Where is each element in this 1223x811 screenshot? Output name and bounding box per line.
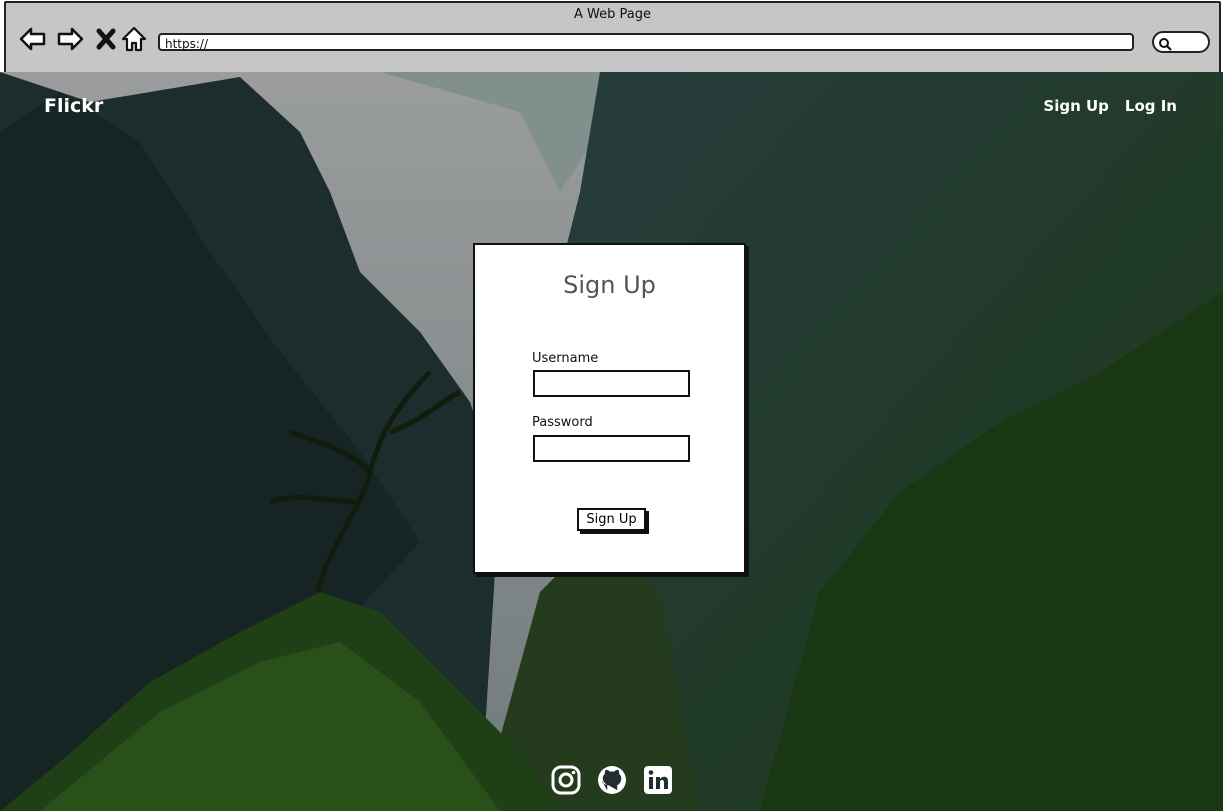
window-title: A Web Page <box>574 7 651 22</box>
sign-up-card: Sign Up Username Password Sign Up <box>473 243 746 574</box>
page: Flickr Sign Up Log In Sign Up Username P… <box>0 72 1223 811</box>
top-nav: Sign Up Log In <box>1043 97 1177 115</box>
home-icon[interactable] <box>119 24 149 54</box>
browser-chrome: A Web Page https:// <box>4 1 1221 75</box>
back-icon[interactable] <box>18 24 48 54</box>
browser-search-box[interactable] <box>1152 31 1210 53</box>
linkedin-icon[interactable] <box>642 764 674 796</box>
instagram-icon[interactable] <box>550 764 582 796</box>
username-input[interactable] <box>533 370 690 397</box>
password-input[interactable] <box>533 435 690 462</box>
sign-up-button[interactable]: Sign Up <box>577 508 646 531</box>
url-bar[interactable]: https:// <box>158 33 1134 51</box>
search-icon <box>1158 36 1172 51</box>
social-links <box>550 764 674 796</box>
form-title: Sign Up <box>563 271 656 299</box>
password-label: Password <box>532 415 593 430</box>
nav-sign-up-link[interactable]: Sign Up <box>1043 97 1109 115</box>
nav-log-in-link[interactable]: Log In <box>1125 97 1177 115</box>
username-label: Username <box>532 351 599 366</box>
github-icon[interactable] <box>596 764 628 796</box>
forward-icon[interactable] <box>55 24 85 54</box>
brand-logo[interactable]: Flickr <box>44 95 103 117</box>
stop-icon[interactable] <box>92 24 122 54</box>
